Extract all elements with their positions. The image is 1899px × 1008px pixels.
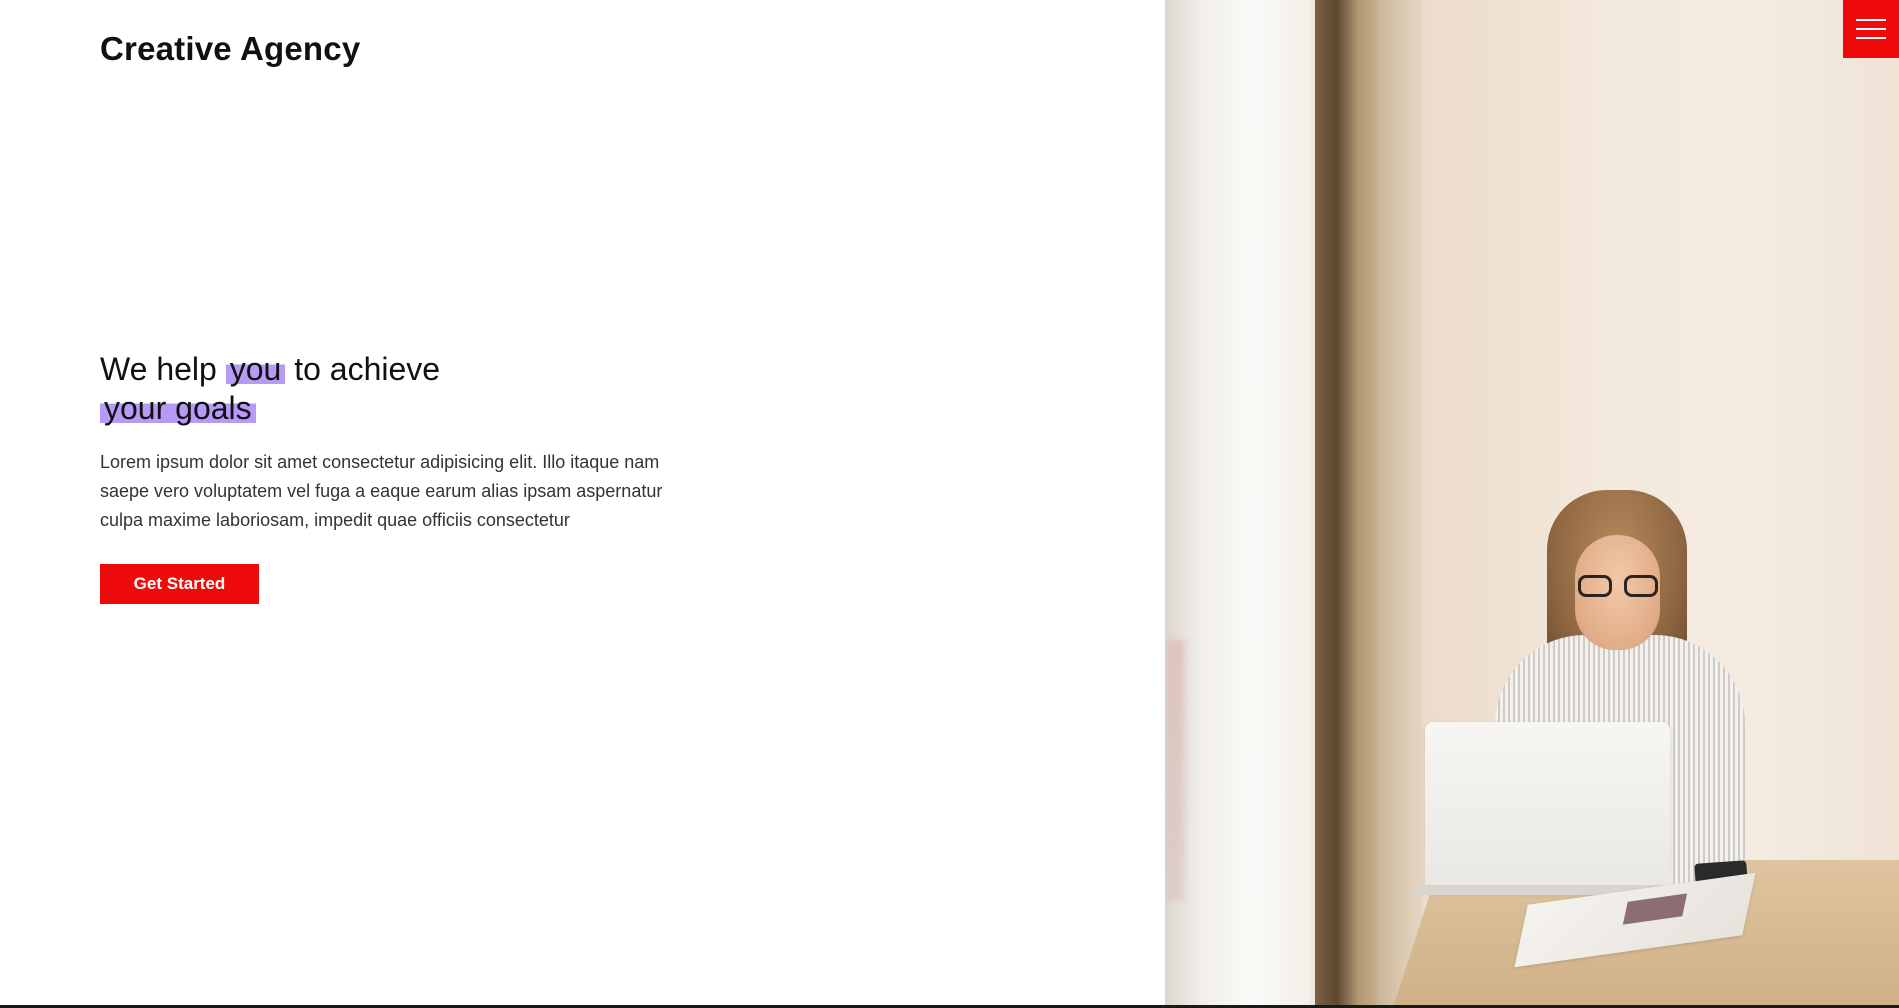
photo-window xyxy=(1165,0,1310,1005)
get-started-button[interactable]: Get Started xyxy=(100,564,259,604)
brand-logo[interactable]: Creative Agency xyxy=(100,30,360,68)
photo-reflection xyxy=(1167,640,1185,900)
headline-text: We help xyxy=(100,351,217,387)
headline-text: to achieve xyxy=(294,351,441,387)
hero-photo xyxy=(1165,0,1899,1005)
photo-pillar-edge xyxy=(1377,0,1422,1005)
hero-description: Lorem ipsum dolor sit amet consectetur a… xyxy=(100,452,663,530)
photo-laptop xyxy=(1425,722,1670,892)
headline-highlight: you xyxy=(225,351,286,387)
menu-button[interactable] xyxy=(1843,0,1899,58)
hero-section: We help you to achieve your goals Lorem … xyxy=(100,350,680,604)
headline-highlight: your goals xyxy=(100,390,256,426)
hamburger-menu-icon xyxy=(1856,19,1886,39)
photo-person-glasses xyxy=(1578,575,1658,597)
hero-headline: We help you to achieve your goals xyxy=(100,350,680,428)
photo-pillar xyxy=(1315,0,1377,1005)
page: Creative Agency We help you to achieve y… xyxy=(0,0,1899,1008)
